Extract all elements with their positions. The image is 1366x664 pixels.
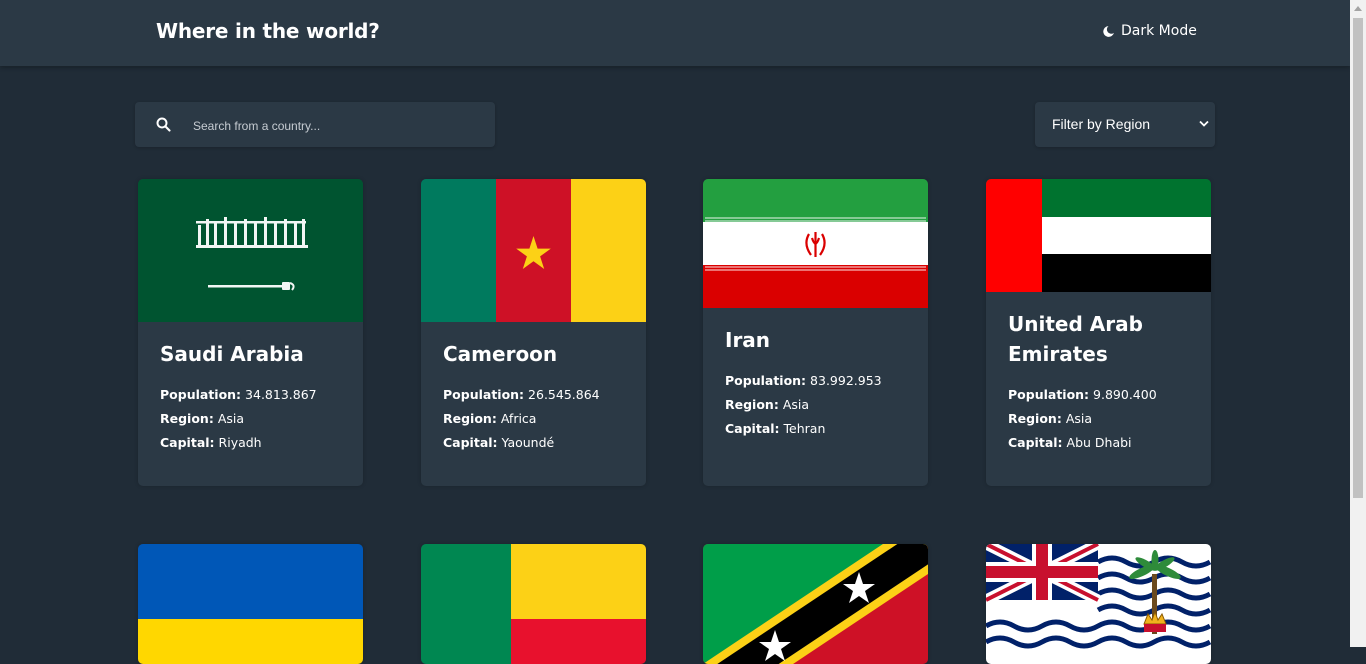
capital-row: Capital: Riyadh	[160, 435, 262, 450]
region-row: Region: Asia	[725, 397, 810, 412]
scrollbar-thumb[interactable]	[1353, 18, 1363, 498]
country-name: Saudi Arabia	[160, 342, 304, 366]
population-row: Population: 83.992.953	[725, 373, 882, 388]
country-card[interactable]: Cameroon Population: 26.545.864 Region: …	[421, 179, 646, 486]
ukraine-flag	[138, 544, 363, 664]
region-filter-label: Filter by Region	[1052, 116, 1151, 132]
search-icon	[156, 117, 171, 132]
dark-mode-toggle[interactable]: Dark Mode	[1102, 23, 1197, 39]
region-row: Region: Asia	[1008, 411, 1093, 426]
region-filter-select[interactable]: Filter by Region	[1035, 102, 1215, 147]
country-name: United Arab Emirates	[1008, 312, 1143, 366]
country-card[interactable]: Saudi Arabia Population: 34.813.867 Regi…	[138, 179, 363, 486]
population-row: Population: 9.890.400	[1008, 387, 1157, 402]
iran-flag	[703, 179, 928, 308]
cameroon-flag	[421, 179, 646, 322]
country-card[interactable]: Iran Population: 83.992.953 Region: Asia…	[703, 179, 928, 486]
app-header: Where in the world? Dark Mode	[0, 0, 1350, 66]
saudi-arabia-flag	[138, 179, 363, 322]
population-row: Population: 26.545.864	[443, 387, 600, 402]
capital-row: Capital: Abu Dhabi	[1008, 435, 1132, 450]
region-row: Region: Africa	[443, 411, 537, 426]
capital-row: Capital: Tehran	[725, 421, 826, 436]
chevron-down-icon	[1199, 120, 1209, 127]
region-row: Region: Asia	[160, 411, 245, 426]
capital-row: Capital: Yaoundé	[443, 435, 555, 450]
united-arab-emirates-flag	[986, 179, 1211, 292]
country-card[interactable]	[986, 544, 1211, 664]
benin-flag	[421, 544, 646, 664]
country-name: Cameroon	[443, 342, 558, 366]
page-scrollbar[interactable]	[1350, 0, 1366, 647]
country-card[interactable]: United Arab Emirates Population: 9.890.4…	[986, 179, 1211, 486]
country-name: Iran	[725, 328, 771, 352]
moon-icon	[1103, 25, 1114, 37]
country-card[interactable]	[421, 544, 646, 664]
british-indian-ocean-territory-flag	[986, 544, 1211, 664]
app-title: Where in the world?	[156, 19, 380, 43]
country-card[interactable]	[138, 544, 363, 664]
search-box	[135, 102, 495, 149]
search-input[interactable]	[191, 102, 485, 149]
country-card[interactable]	[703, 544, 928, 664]
saint-kitts-and-nevis-flag	[703, 544, 928, 664]
population-row: Population: 34.813.867	[160, 387, 317, 402]
scroll-up-arrow-icon[interactable]	[1354, 6, 1362, 11]
dark-mode-label: Dark Mode	[1121, 23, 1197, 39]
